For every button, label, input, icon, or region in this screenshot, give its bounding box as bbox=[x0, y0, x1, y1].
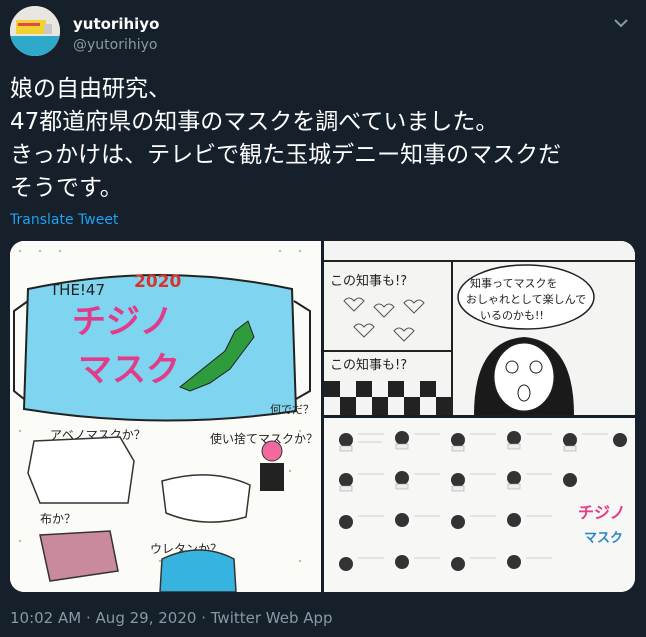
tweet-line: 47都道府県の知事のマスクを調べていました。 bbox=[10, 109, 499, 135]
poster-note-1: 何でだ？ bbox=[270, 403, 314, 416]
comic-panel-top-text: この知事も!? bbox=[330, 273, 407, 289]
chevron-down-icon[interactable] bbox=[610, 12, 632, 34]
comic-panel-mid-text: この知事も!? bbox=[330, 357, 407, 373]
grid-logo-bottom: マスク bbox=[584, 531, 623, 546]
meta-separator: · bbox=[85, 609, 91, 627]
media-grid: THE!47 2020 チジノ マスク 何でだ？ アベノマスクか？ 使い捨てマス… bbox=[10, 241, 635, 592]
media-image-mask-poster[interactable]: THE!47 2020 チジノ マスク 何でだ？ アベノマスクか？ 使い捨てマス… bbox=[10, 241, 321, 592]
translate-tweet-link[interactable]: Translate Tweet bbox=[10, 212, 118, 228]
display-name[interactable]: yutorihiyo bbox=[73, 15, 159, 33]
comic-speech-line-2: おしゃれとして楽しんで bbox=[466, 293, 586, 306]
tweet-text: 娘の自由研究、 47都道府県の知事のマスクを調べていました。 きっかけは、テレビ… bbox=[10, 73, 630, 205]
poster-year: 2020 bbox=[134, 272, 181, 292]
media-image-governor-grid[interactable]: チジノ マスク bbox=[324, 418, 635, 592]
poster-note-4: 布か？ bbox=[40, 512, 76, 526]
tweet-time[interactable]: 10:02 AM bbox=[10, 609, 81, 627]
media-image-comic-panel[interactable]: この知事も!? この知事も!? 知事ってマスクを おしゃれとして楽しんで いるの… bbox=[324, 241, 635, 415]
poster-title-bottom: マスク bbox=[78, 350, 180, 390]
user-handle[interactable]: @yutorihiyo bbox=[73, 37, 157, 53]
profile-avatar-icon[interactable] bbox=[10, 6, 60, 56]
tweet-line: そうです。 bbox=[10, 175, 123, 201]
poster-note-3: 使い捨てマスクか？ bbox=[210, 431, 318, 446]
tweet-header: yutorihiyo @yutorihiyo bbox=[10, 6, 636, 56]
meta-separator: · bbox=[201, 609, 206, 627]
tweet-meta: 10:02 AM · Aug 29, 2020 · Twitter Web Ap… bbox=[10, 609, 333, 627]
poster-title-top: チジノ bbox=[72, 302, 173, 342]
tweet-line: 娘の自由研究、 bbox=[10, 76, 171, 102]
comic-speech-line-1: 知事ってマスクを bbox=[470, 276, 557, 290]
tweet-source[interactable]: Twitter Web App bbox=[211, 609, 333, 627]
grid-logo-top: チジノ bbox=[578, 503, 626, 522]
comic-speech-line-3: いるのかも!! bbox=[480, 309, 544, 322]
tweet-line: きっかけは、テレビで観た玉城デニー知事のマスクだ bbox=[10, 142, 562, 168]
tweet-date[interactable]: Aug 29, 2020 bbox=[96, 609, 197, 627]
poster-heading: THE!47 bbox=[49, 281, 105, 299]
